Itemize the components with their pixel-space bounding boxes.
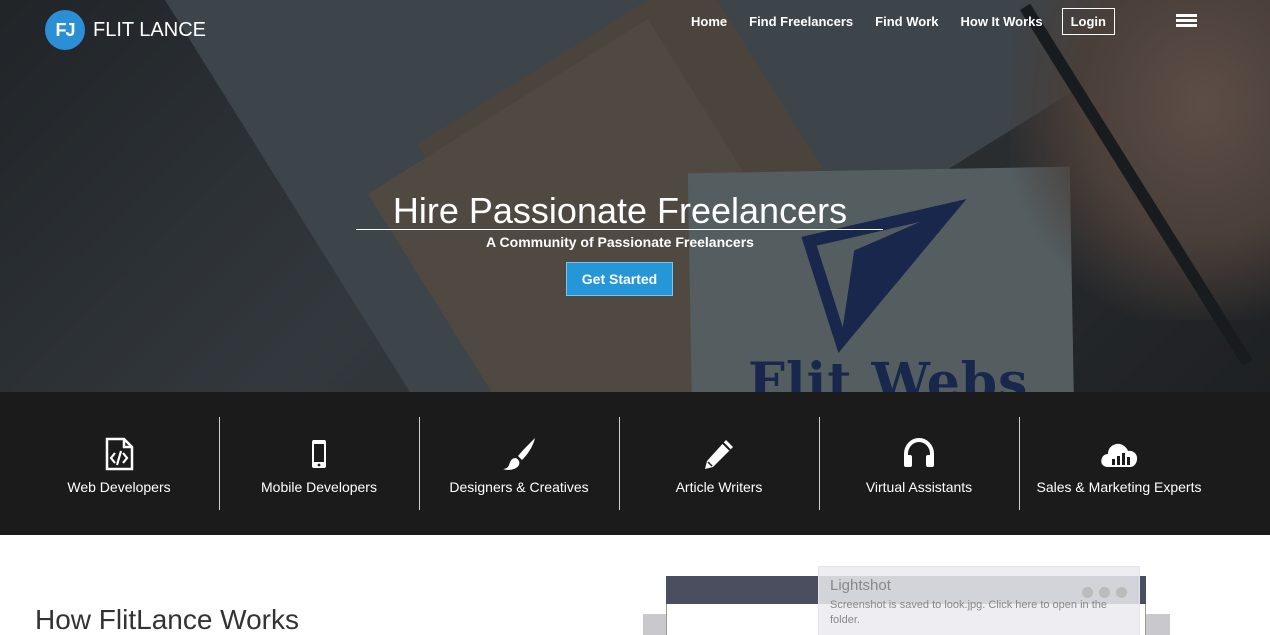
logo-mark-icon: FJ xyxy=(45,10,85,50)
category-virtual-assistants[interactable]: Virtual Assistants xyxy=(819,417,1019,510)
pencil-icon xyxy=(705,440,733,469)
category-label: Web Developers xyxy=(67,479,171,495)
category-article-writers[interactable]: Article Writers xyxy=(619,417,819,510)
lightshot-message[interactable]: Screenshot is saved to look.jpg. Click h… xyxy=(830,598,1130,628)
headphones-icon xyxy=(904,437,934,467)
more-options-icon[interactable] xyxy=(1076,587,1127,598)
mobile-phone-icon xyxy=(312,440,326,468)
category-label: Virtual Assistants xyxy=(865,479,973,495)
paintbrush-icon xyxy=(503,438,535,470)
cloud-chart-icon xyxy=(1101,443,1138,467)
section-title-how-it-works: How FlitLance Works xyxy=(35,604,300,635)
category-label: Mobile Developers xyxy=(261,479,377,495)
login-button[interactable]: Login xyxy=(1061,8,1115,35)
lightshot-notification[interactable]: Lightshot Screenshot is saved to look.jp… xyxy=(818,566,1140,635)
brand-logo[interactable]: FJ FLIT LANCE xyxy=(45,10,206,50)
hero-subtitle: A Community of Passionate Freelancers xyxy=(486,234,754,250)
nav-find-work[interactable]: Find Work xyxy=(864,9,949,34)
category-mobile-developers[interactable]: Mobile Developers xyxy=(219,417,419,510)
hero-title: Hire Passionate Freelancers xyxy=(392,190,848,231)
category-band: Web Developers Mobile Developers Designe… xyxy=(0,392,1270,535)
hero-divider xyxy=(356,229,883,230)
nav-how-it-works[interactable]: How It Works xyxy=(949,9,1053,34)
get-started-button[interactable]: Get Started xyxy=(566,262,673,296)
category-label: Designers & Creatives xyxy=(449,479,589,495)
category-label: Article Writers xyxy=(675,479,763,495)
nav-home[interactable]: Home xyxy=(680,9,738,34)
nav-find-freelancers[interactable]: Find Freelancers xyxy=(738,9,864,34)
hamburger-list-icon[interactable] xyxy=(1176,14,1197,31)
brand-name: FLIT LANCE xyxy=(93,18,206,41)
category-web-developers[interactable]: Web Developers xyxy=(19,417,219,510)
top-nav: Home Find Freelancers Find Work How It W… xyxy=(680,8,1115,35)
code-file-icon xyxy=(105,437,134,471)
category-label: Sales & Marketing Experts xyxy=(1036,479,1202,495)
category-designers-creatives[interactable]: Designers & Creatives xyxy=(419,417,619,510)
category-sales-marketing[interactable]: Sales & Marketing Experts xyxy=(1019,417,1219,510)
